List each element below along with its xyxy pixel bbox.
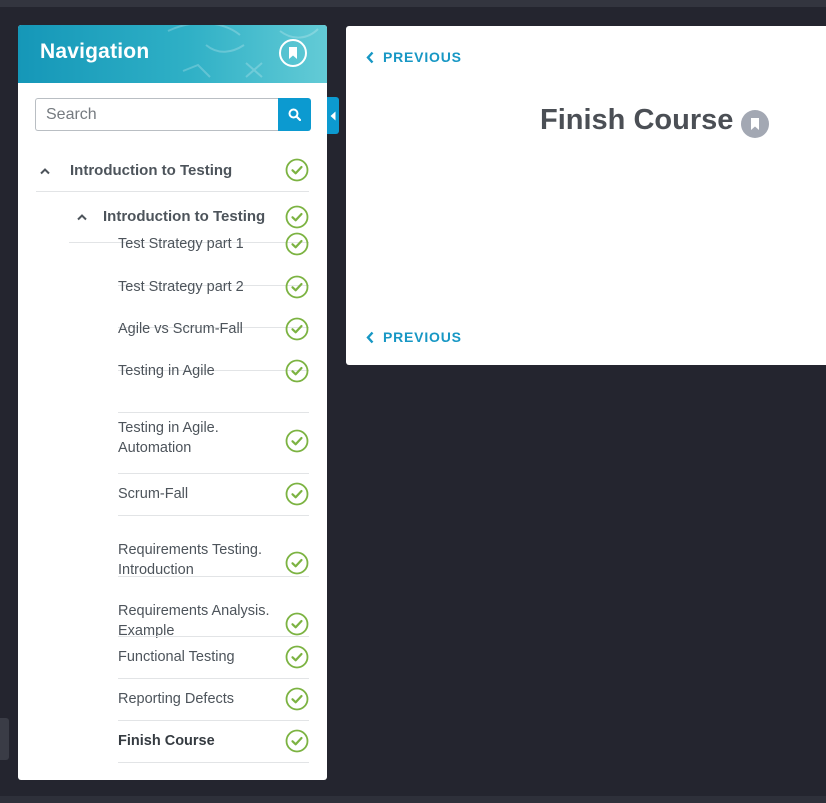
lesson-item[interactable]: Agile vs Scrum-Fall [18,312,327,346]
lesson-label: Testing in Agile. Automation [118,420,219,456]
check-circle-icon [285,158,309,182]
divider [118,678,309,679]
divider [36,191,309,192]
search-icon [288,108,301,121]
chevron-left-icon [366,331,374,343]
bookmark-button[interactable] [279,39,307,67]
content-panel: PREVIOUS Finish Course PREVIOUS [346,26,826,365]
lesson-label: Agile vs Scrum-Fall [118,321,243,337]
lesson-item[interactable]: Test Strategy part 2 [18,270,327,304]
divider [118,473,309,474]
check-circle-icon [285,645,309,669]
top-bar [0,0,826,7]
lesson-label: Test Strategy part 1 [118,236,244,252]
check-circle-icon [285,482,309,506]
check-circle-icon [285,232,309,256]
chevron-left-icon [366,51,374,63]
lesson-item[interactable]: Testing in Agile [18,354,327,388]
bookmark-button[interactable] [741,110,769,138]
check-circle-icon [285,359,309,383]
lesson-label: Requirements Analysis. Example [118,603,270,639]
check-circle-icon [285,317,309,341]
previous-label: PREVIOUS [383,329,462,345]
chevron-up-icon[interactable] [39,167,51,175]
module-row[interactable]: Introduction to Testing [18,158,327,184]
check-circle-icon [285,729,309,753]
divider [118,762,309,763]
module-label: Introduction to Testing [70,162,233,179]
lesson-item[interactable]: Finish Course [18,724,327,758]
check-circle-icon [285,275,309,299]
divider [118,720,309,721]
lesson-label: Test Strategy part 2 [118,279,244,295]
check-circle-icon [285,687,309,711]
lesson-item[interactable]: Functional Testing [18,640,327,674]
lesson-label: Scrum-Fall [118,486,189,502]
check-circle-icon [285,429,309,453]
collapse-navigation-button[interactable] [327,97,339,134]
previous-link-bottom[interactable]: PREVIOUS [366,329,462,345]
bottom-bar [0,796,826,803]
bookmark-icon [289,47,297,59]
bookmark-icon [751,118,759,130]
lesson-item[interactable]: Testing in Agile. Automation [18,416,327,470]
search-input[interactable] [35,98,279,131]
check-circle-icon [285,551,309,575]
caret-left-icon [330,111,336,120]
lesson-label: Reporting Defects [118,691,235,707]
previous-label: PREVIOUS [383,49,462,65]
section-label: Introduction to Testing [103,208,266,225]
check-circle-icon [285,205,309,229]
divider [118,515,309,516]
lesson-item[interactable]: Test Strategy part 1 [18,227,327,261]
lesson-label: Requirements Testing. Introduction [118,542,263,578]
lesson-label: Testing in Agile [118,363,215,379]
check-circle-icon [285,612,309,636]
search-bar [35,98,311,131]
navigation-title: Navigation [40,40,150,63]
search-button[interactable] [278,98,311,131]
page-title: Finish Course [540,104,734,136]
navigation-header: Navigation [18,25,327,83]
divider [118,412,309,413]
divider [118,576,309,577]
chevron-up-icon[interactable] [76,213,88,221]
drawer-handle[interactable] [0,718,9,760]
lesson-label: Finish Course [118,733,215,749]
navigation-panel: Navigation Introduction to Testing [18,25,327,780]
lesson-item[interactable]: Requirements Testing. Introduction [18,538,327,592]
lesson-item[interactable]: Scrum-Fall [18,477,327,511]
divider [118,636,309,637]
previous-link-top[interactable]: PREVIOUS [366,49,462,65]
lesson-label: Functional Testing [118,649,235,665]
lesson-item[interactable]: Reporting Defects [18,682,327,716]
